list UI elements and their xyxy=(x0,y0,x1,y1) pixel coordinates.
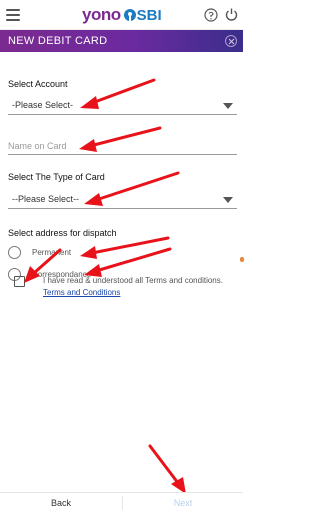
hamburger-menu-icon[interactable] xyxy=(6,9,20,21)
name-on-card-field[interactable]: Name on Card xyxy=(8,133,237,155)
scroll-indicator xyxy=(240,257,244,262)
card-type-label: Select The Type of Card xyxy=(8,172,105,182)
arrow-to-correspondance xyxy=(84,247,172,277)
card-type-dropdown[interactable]: --Please Select-- xyxy=(8,191,237,209)
terms-checkbox[interactable] xyxy=(14,276,25,287)
logo-sbi-text: SBI xyxy=(136,6,162,24)
name-on-card-placeholder: Name on Card xyxy=(8,141,67,151)
next-button[interactable]: Next xyxy=(123,493,243,512)
help-icon[interactable] xyxy=(204,8,218,22)
page-title: NEW DEBIT CARD xyxy=(8,35,108,47)
radio-option-permanent[interactable]: Permanent xyxy=(8,245,71,259)
dispatch-address-label: Select address for dispatch xyxy=(8,228,117,238)
radio-button[interactable] xyxy=(8,245,21,259)
power-logout-icon[interactable] xyxy=(224,7,239,22)
select-account-dropdown[interactable]: -Please Select- xyxy=(8,97,237,115)
chevron-down-icon xyxy=(223,197,233,203)
select-account-value: -Please Select- xyxy=(12,100,74,110)
arrow-to-permanent xyxy=(80,236,170,259)
app-header: yono SBI xyxy=(0,0,243,30)
chevron-down-icon xyxy=(223,103,233,109)
terms-and-conditions-link[interactable]: Terms and Conditions xyxy=(43,288,120,297)
terms-statement: I have read & understood all Terms and c… xyxy=(43,276,223,285)
back-button[interactable]: Back xyxy=(0,493,122,512)
arrow-to-next xyxy=(148,444,186,494)
radio-label-permanent: Permanent xyxy=(32,247,72,257)
app-logo: yono SBI xyxy=(82,5,162,25)
close-icon[interactable] xyxy=(225,35,237,47)
bottom-action-bar: Back Next xyxy=(0,492,243,512)
logo-yono-text: yono xyxy=(82,5,121,24)
card-type-value: --Please Select-- xyxy=(12,194,80,204)
page-title-bar: NEW DEBIT CARD xyxy=(0,30,243,52)
sbi-emblem-icon xyxy=(123,9,136,21)
select-account-label: Select Account xyxy=(8,79,68,89)
